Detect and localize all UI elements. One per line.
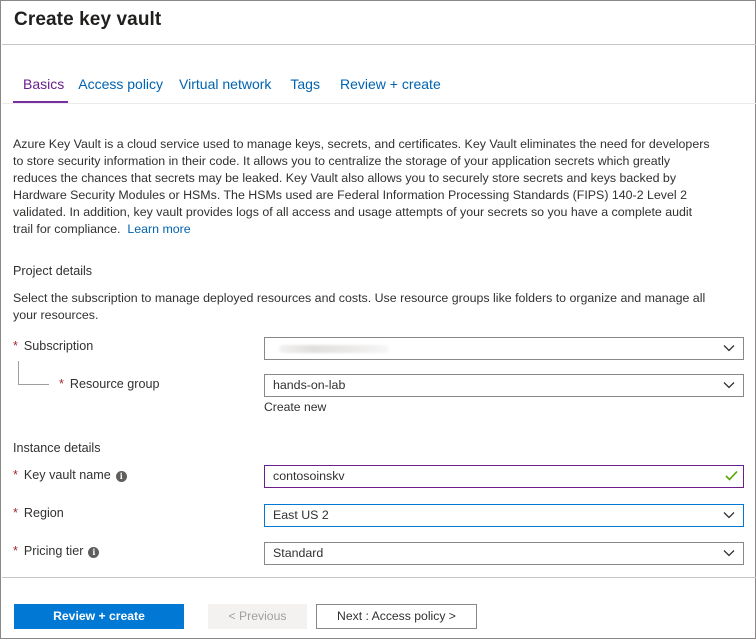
description-line: to store security information in their c… [13,154,671,168]
region-value: East US 2 [273,508,329,522]
required-marker: * [13,339,18,353]
resource-group-value: hands-on-lab [273,378,346,392]
blade-header: Create key vault [2,2,756,45]
subscription-select[interactable] [264,337,744,360]
region-label: * Region [13,506,64,520]
checkmark-icon [725,470,738,481]
project-details-description: Select the subscription to manage deploy… [13,290,705,324]
description-line: Hardware Security Modules or HSMs. The H… [13,188,687,202]
chevron-down-icon [723,382,735,389]
region-select[interactable]: East US 2 [264,504,744,527]
info-icon[interactable]: i [115,471,127,482]
chevron-down-icon [723,550,735,557]
redacted-subscription [279,345,389,353]
key-vault-name-label-text: Key vault name [23,468,111,482]
description-line: trail for compliance. Learn more [13,221,710,238]
previous-button[interactable]: < Previous [208,604,307,629]
pricing-tier-value: Standard [273,546,324,560]
subscription-label-text: Subscription [23,339,94,353]
create-key-vault-blade: Create key vault Basics Access policy Vi… [0,0,756,639]
pricing-tier-label: * Pricing tier i [13,544,100,558]
tab-basics[interactable]: Basics [13,76,69,103]
required-marker: * [59,377,64,391]
next-access-policy-button[interactable]: Next : Access policy > [316,604,477,629]
page-title: Create key vault [14,9,162,30]
key-vault-name-value: contosoinskv [273,469,345,483]
required-marker: * [13,506,18,520]
key-vault-name-input[interactable]: contosoinskv [264,465,744,488]
tab-bar: Basics Access policy Virtual network Tag… [13,76,441,103]
description-line: Azure Key Vault is a cloud service used … [13,137,710,151]
project-details-line: Select the subscription to manage deploy… [13,291,706,305]
project-details-line: your resources. [13,308,99,322]
review-create-button[interactable]: Review + create [14,604,184,629]
pricing-tier-select[interactable]: Standard [264,542,744,565]
tab-virtual-network[interactable]: Virtual network [179,76,271,103]
description-text: Azure Key Vault is a cloud service used … [13,136,710,238]
chevron-down-icon [723,512,735,519]
pricing-tier-label-text: Pricing tier [23,544,84,558]
description-line: reduces the chances that secrets may be … [13,171,677,185]
resource-group-label: * Resource group [59,377,160,391]
chevron-down-icon [723,345,735,352]
tree-connector-vertical [18,361,19,384]
required-marker: * [13,544,18,558]
description-line-end: trail for compliance. [13,222,121,236]
tab-tags[interactable]: Tags [290,76,320,103]
tabs-divider [2,103,756,104]
footer-divider [2,577,756,578]
learn-more-link[interactable]: Learn more [127,222,190,236]
subscription-label: * Subscription [13,339,93,353]
key-vault-name-label: * Key vault name i [13,468,127,482]
instance-details-heading: Instance details [13,441,101,455]
tab-review-create[interactable]: Review + create [340,76,441,103]
info-icon[interactable]: i [88,547,100,558]
resource-group-select[interactable]: hands-on-lab [264,374,744,397]
region-label-text: Region [23,506,64,520]
tab-access-policy[interactable]: Access policy [78,76,163,103]
description-line: validated. In addition, key vault provid… [13,205,693,219]
create-new-link[interactable]: Create new [264,400,326,414]
project-details-heading: Project details [13,264,93,278]
required-marker: * [13,468,18,482]
resource-group-label-text: Resource group [69,377,160,391]
tree-connector-horizontal [18,384,49,385]
